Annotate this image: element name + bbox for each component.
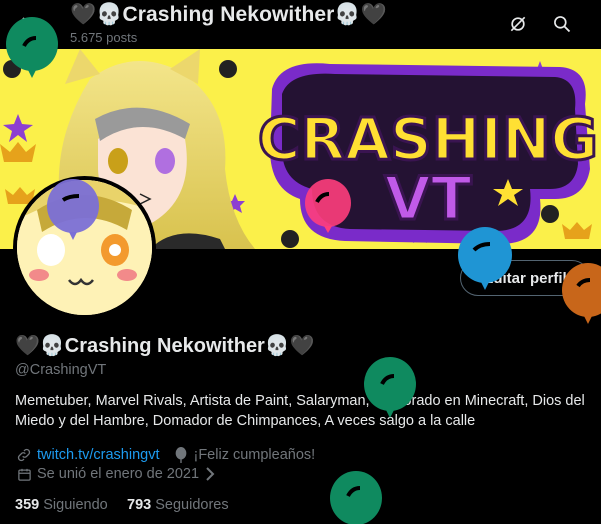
following-count: 359 bbox=[15, 497, 40, 513]
link-icon bbox=[15, 446, 33, 464]
notifications-toggle-button[interactable] bbox=[501, 7, 535, 41]
chevron-right-icon bbox=[201, 465, 219, 483]
page-title: 🖤💀Crashing Nekowither💀🖤 bbox=[70, 3, 387, 26]
balloon-icon bbox=[330, 471, 382, 524]
banner-logo-line1: CRASHING bbox=[258, 105, 598, 173]
edit-profile-button[interactable]: Editar perfil bbox=[460, 260, 590, 296]
profile-avatar[interactable] bbox=[13, 176, 156, 319]
followers-count: 793 bbox=[127, 497, 152, 513]
search-icon bbox=[554, 16, 571, 33]
followers-label: Seguidores bbox=[155, 497, 229, 513]
calendar-icon bbox=[15, 465, 33, 483]
post-count: 5.675 posts bbox=[70, 30, 138, 45]
profile-meta-row: twitch.tv/crashingvt ¡Feliz cumpleaños! bbox=[15, 446, 315, 464]
following-label: Siguiendo bbox=[43, 497, 108, 513]
top-bar: 🖤💀Crashing Nekowither💀🖤 5.675 posts bbox=[0, 0, 601, 50]
profile-joined-row[interactable]: Se unió el enero de 2021 bbox=[15, 465, 223, 483]
birthday-text: ¡Feliz cumpleaños! bbox=[193, 447, 316, 463]
following-link[interactable]: 359 Siguiendo bbox=[15, 497, 108, 513]
profile-bio: Memetuber, Marvel Rivals, Artista de Pai… bbox=[15, 393, 585, 429]
followers-link[interactable]: 793 Seguidores bbox=[127, 497, 229, 513]
back-arrow-icon bbox=[17, 17, 32, 31]
profile-website-link[interactable]: twitch.tv/crashingvt bbox=[37, 447, 160, 463]
no-notifications-icon bbox=[510, 16, 526, 32]
search-button[interactable] bbox=[545, 7, 579, 41]
banner-logo-line2: VT bbox=[384, 164, 471, 234]
profile-handle: @CrashingVT bbox=[15, 362, 107, 378]
back-button[interactable] bbox=[6, 6, 42, 42]
display-name: 🖤💀Crashing Nekowither💀🖤 bbox=[15, 335, 315, 357]
balloon-icon bbox=[172, 446, 190, 464]
joined-date: Se unió el enero de 2021 bbox=[37, 466, 200, 482]
avatar-image bbox=[17, 180, 152, 315]
header-title-block: 🖤💀Crashing Nekowither💀🖤 5.675 posts bbox=[70, 3, 387, 45]
